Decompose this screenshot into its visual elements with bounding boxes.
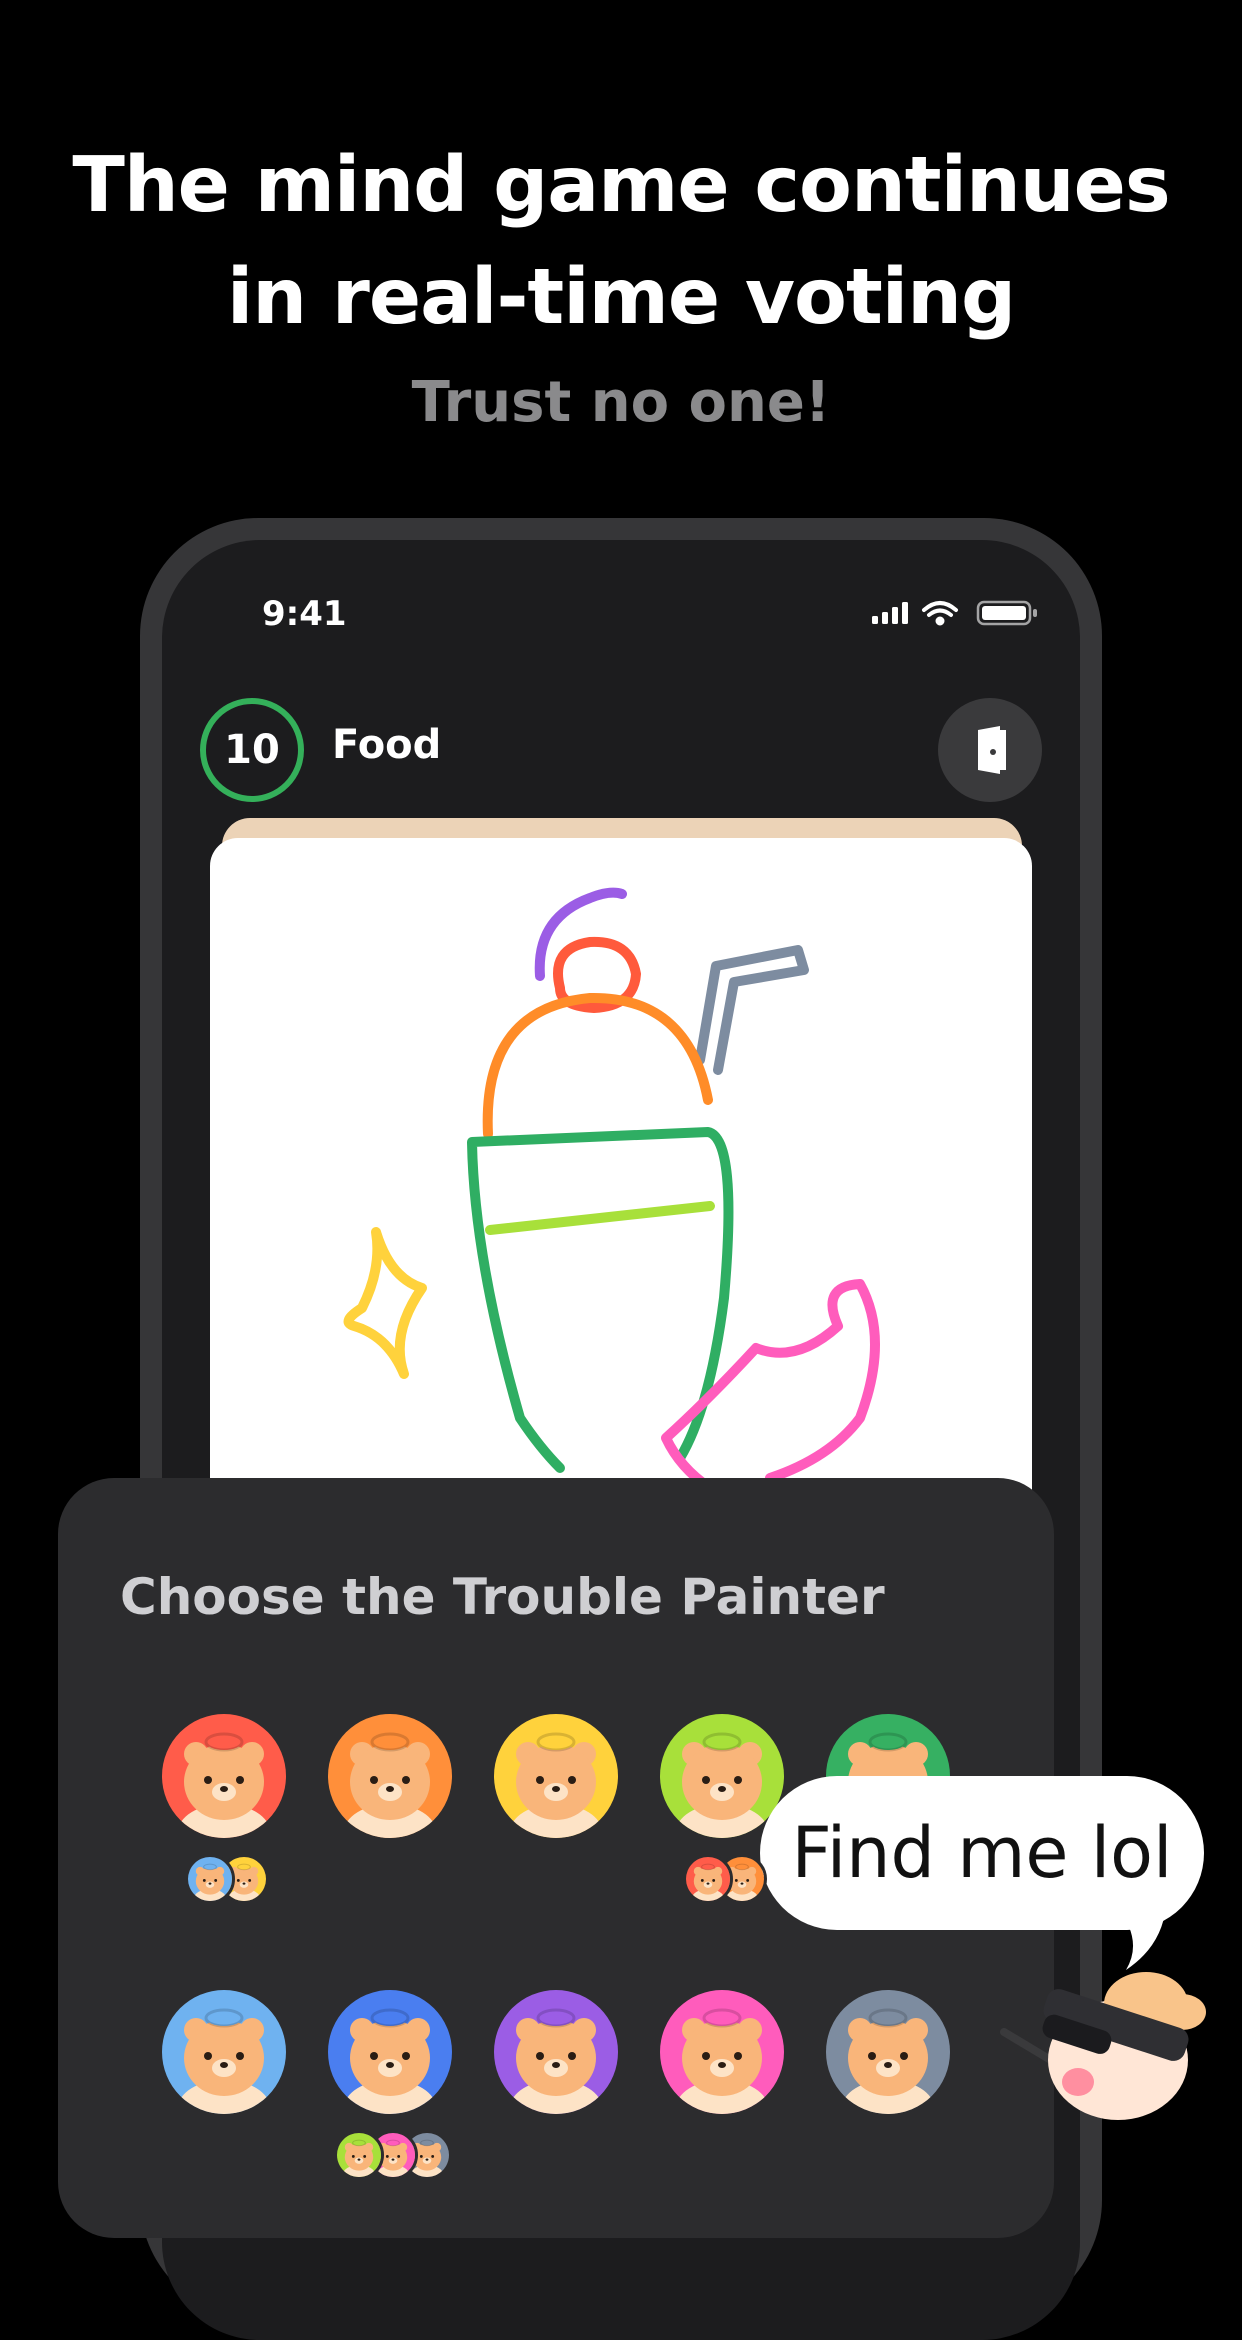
headline-line-2: in real-time voting	[226, 253, 1016, 342]
vote-indicators-navy	[334, 2130, 452, 2180]
topic-label: Food	[332, 722, 442, 768]
wrapper-stroke	[661, 1279, 880, 1493]
status-icons	[872, 600, 1037, 626]
player-avatar-yellow[interactable]	[494, 1714, 618, 1838]
signal-icon	[872, 602, 908, 624]
player-avatar-pink[interactable]	[660, 1990, 784, 2114]
status-time: 9:41	[262, 594, 347, 634]
exit-button[interactable]	[938, 698, 1042, 802]
headline: The mind game continues in real-time vot…	[0, 130, 1242, 354]
wifi-icon	[922, 601, 958, 626]
vote-indicators-lime	[683, 1854, 767, 1904]
player-avatar-navy[interactable]	[328, 1990, 452, 2114]
dome-stroke	[482, 992, 713, 1139]
headline-line-1: The mind game continues	[72, 141, 1170, 230]
subline: Trust no one!	[411, 370, 831, 435]
player-avatar-purple[interactable]	[494, 1990, 618, 2114]
voter-chip-lime	[334, 2130, 384, 2180]
cherry-stem-stroke	[534, 887, 627, 981]
player-avatar-gray[interactable]	[826, 1990, 950, 2114]
straw-stroke	[695, 945, 809, 1075]
player-avatar-lime[interactable]	[660, 1714, 784, 1838]
sparkle-stroke	[343, 1227, 427, 1379]
battery-icon	[976, 600, 1037, 626]
band-stroke	[485, 1201, 715, 1235]
voter-chip-red	[683, 1854, 733, 1904]
vote-sheet-title: Choose the Trouble Painter	[120, 1568, 885, 1626]
voter-chip-blue	[185, 1854, 235, 1904]
door-exit-icon	[978, 726, 1006, 774]
round-timer: 10	[200, 698, 304, 802]
disguised-hamster-icon	[1000, 1972, 1206, 2120]
player-avatar-red[interactable]	[162, 1714, 286, 1838]
vote-indicators-red	[185, 1854, 269, 1904]
player-avatar-blue[interactable]	[162, 1990, 286, 2114]
player-avatar-orange[interactable]	[328, 1714, 452, 1838]
